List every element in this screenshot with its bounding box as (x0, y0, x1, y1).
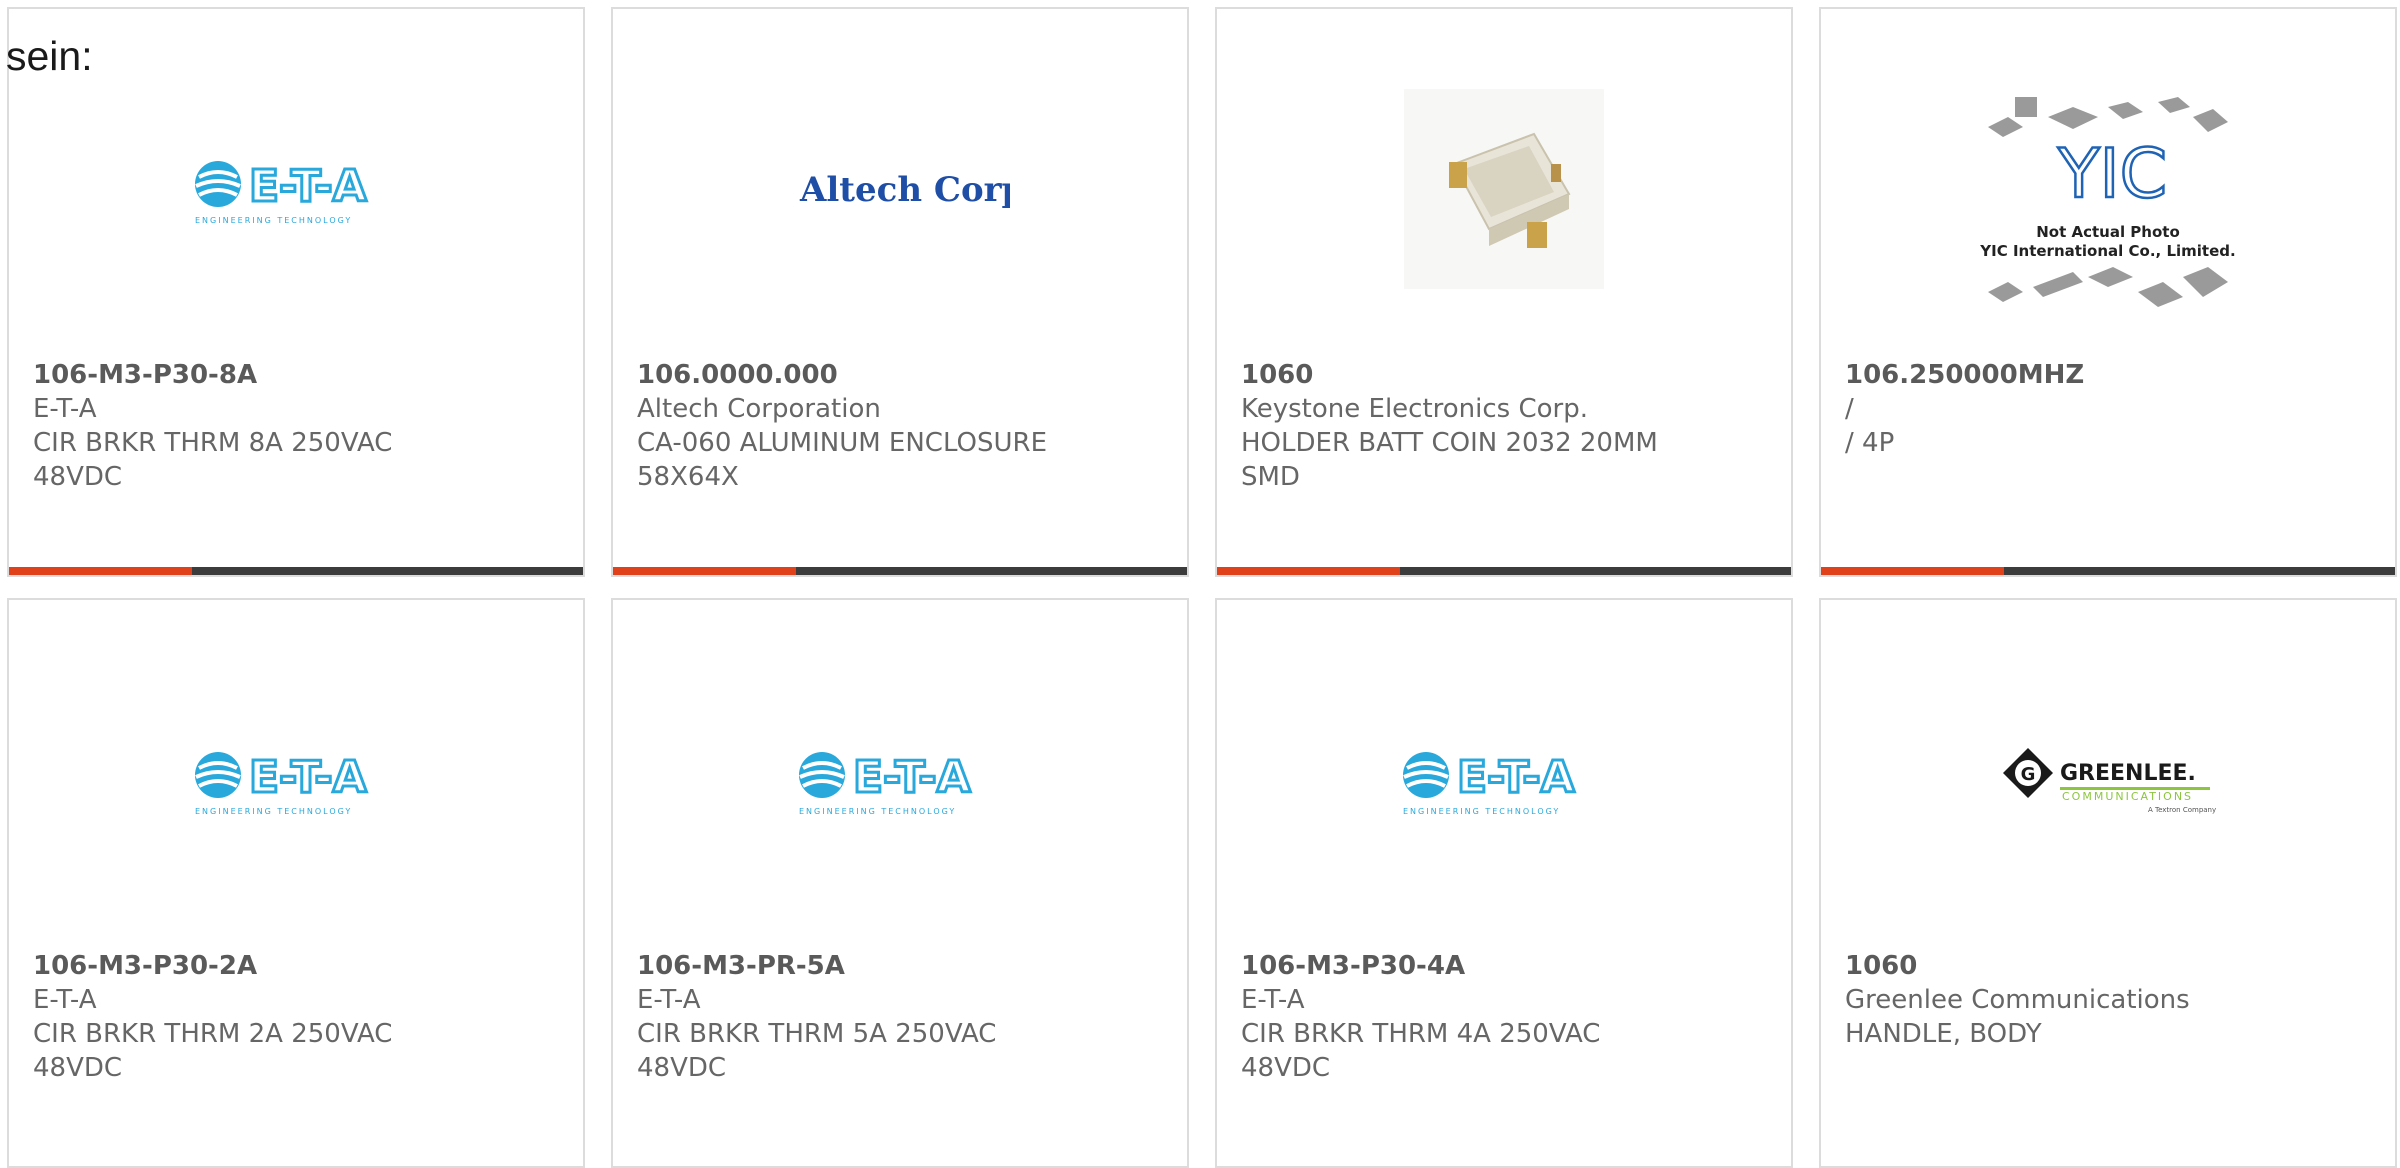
svg-text:E-T-A: E-T-A (1457, 752, 1575, 803)
description-line: 58X64X (637, 462, 739, 492)
description-line: / 4P (1845, 428, 1895, 458)
product-card[interactable]: E-T-A ENGINEERING TECHNOLOGY 106-M3-P30-… (1215, 598, 1793, 1168)
svg-text:ENGINEERING TECHNOLOGY: ENGINEERING TECHNOLOGY (195, 216, 352, 225)
eta-globe-icon (799, 752, 845, 798)
product-card[interactable]: E-T-A ENGINEERING TECHNOLOGY 106-M3-P30-… (7, 7, 585, 577)
svg-text:YIC: YIC (2057, 135, 2167, 214)
description-line: HOLDER BATT COIN 2032 20MM (1241, 428, 1658, 458)
part-number[interactable]: 106.0000.000 (637, 358, 1163, 392)
product-card[interactable]: G GREENLEE. COMMUNICATIONS A Textron Com… (1819, 598, 2397, 1168)
accent-bar (613, 567, 796, 575)
eta-logo: E-T-A ENGINEERING TECHNOLOGY (9, 670, 583, 890)
greenlee-logo: G GREENLEE. COMMUNICATIONS A Textron Com… (1821, 670, 2395, 890)
card-bottom-bar (9, 567, 583, 575)
manufacturer: Greenlee Communications (1845, 985, 2190, 1015)
description-line: HANDLE, BODY (1845, 1019, 2042, 1049)
description-line: CIR BRKR THRM 4A 250VAC (1241, 1019, 1601, 1049)
svg-text:Not Actual Photo: Not Actual Photo (2036, 223, 2180, 241)
manufacturer: E-T-A (637, 985, 701, 1015)
part-number[interactable]: 106-M3-PR-5A (637, 949, 1163, 983)
product-grid: E-T-A ENGINEERING TECHNOLOGY 106-M3-P30-… (0, 0, 2400, 1168)
product-card[interactable]: 1060 Keystone Electronics Corp. HOLDER B… (1215, 7, 1793, 577)
card-bottom-bar (613, 567, 1187, 575)
product-photo (1217, 79, 1791, 299)
part-number[interactable]: 106.250000MHZ (1845, 358, 2371, 392)
description-line: CIR BRKR THRM 2A 250VAC (33, 1019, 393, 1049)
accent-bar (9, 567, 192, 575)
svg-text:GREENLEE.: GREENLEE. (2060, 761, 2196, 786)
description-line: 48VDC (1241, 1053, 1331, 1083)
svg-text:E-T-A: E-T-A (249, 752, 367, 803)
manufacturer: E-T-A (33, 985, 97, 1015)
product-card[interactable]: Altech Corp. 106.0000.000 Altech Corpora… (611, 7, 1189, 577)
eta-globe-icon (195, 752, 241, 798)
manufacturer: E-T-A (33, 394, 97, 424)
product-card[interactable]: YIC Not Actual Photo YIC International C… (1819, 7, 2397, 577)
description-line: 48VDC (33, 462, 123, 492)
description-line: CIR BRKR THRM 5A 250VAC (637, 1019, 997, 1049)
part-number[interactable]: 1060 (1241, 358, 1767, 392)
part-number[interactable]: 106-M3-P30-8A (33, 358, 559, 392)
product-card[interactable]: E-T-A ENGINEERING TECHNOLOGY 106-M3-PR-5… (611, 598, 1189, 1168)
eta-logo: E-T-A ENGINEERING TECHNOLOGY (613, 670, 1187, 890)
svg-text:Altech Corp.: Altech Corp. (799, 170, 1010, 210)
accent-bar (1821, 567, 2004, 575)
manufacturer: Altech Corporation (637, 394, 881, 424)
greenlee-diamond-icon: G (2003, 748, 2053, 798)
svg-text:ENGINEERING TECHNOLOGY: ENGINEERING TECHNOLOGY (799, 807, 956, 816)
svg-text:E-T-A: E-T-A (249, 161, 367, 212)
svg-text:G: G (2021, 764, 2036, 785)
part-number[interactable]: 106-M3-P30-2A (33, 949, 559, 983)
manufacturer: E-T-A (1241, 985, 1305, 1015)
description-line: SMD (1241, 462, 1300, 492)
card-bottom-bar (1821, 567, 2395, 575)
part-number[interactable]: 1060 (1845, 949, 2371, 983)
altech-logo: Altech Corp. (613, 79, 1187, 299)
yic-logo: YIC Not Actual Photo YIC International C… (1821, 97, 2395, 317)
description-line: 48VDC (33, 1053, 123, 1083)
svg-text:YIC International Co., Limited: YIC International Co., Limited. (1979, 242, 2235, 260)
svg-text:ENGINEERING TECHNOLOGY: ENGINEERING TECHNOLOGY (195, 807, 352, 816)
svg-text:COMMUNICATIONS: COMMUNICATIONS (2062, 790, 2193, 803)
card-bottom-bar (1217, 567, 1791, 575)
description-line: CIR BRKR THRM 8A 250VAC (33, 428, 393, 458)
part-number[interactable]: 106-M3-P30-4A (1241, 949, 1767, 983)
description-line: 48VDC (637, 1053, 727, 1083)
product-card[interactable]: E-T-A ENGINEERING TECHNOLOGY 106-M3-P30-… (7, 598, 585, 1168)
description-line: CA-060 ALUMINUM ENCLOSURE (637, 428, 1048, 458)
eta-logo: E-T-A ENGINEERING TECHNOLOGY (9, 79, 583, 299)
eta-globe-icon (1403, 752, 1449, 798)
manufacturer: Keystone Electronics Corp. (1241, 394, 1589, 424)
accent-bar (1217, 567, 1400, 575)
eta-logo: E-T-A ENGINEERING TECHNOLOGY (1217, 670, 1791, 890)
svg-text:ENGINEERING TECHNOLOGY: ENGINEERING TECHNOLOGY (1403, 807, 1560, 816)
eta-globe-icon (195, 161, 241, 207)
intro-text: sein: (6, 33, 93, 79)
svg-text:E-T-A: E-T-A (853, 752, 971, 803)
battery-holder-image (1449, 132, 1571, 248)
svg-text:A Textron Company: A Textron Company (2148, 806, 2216, 814)
manufacturer: / (1845, 394, 1854, 424)
